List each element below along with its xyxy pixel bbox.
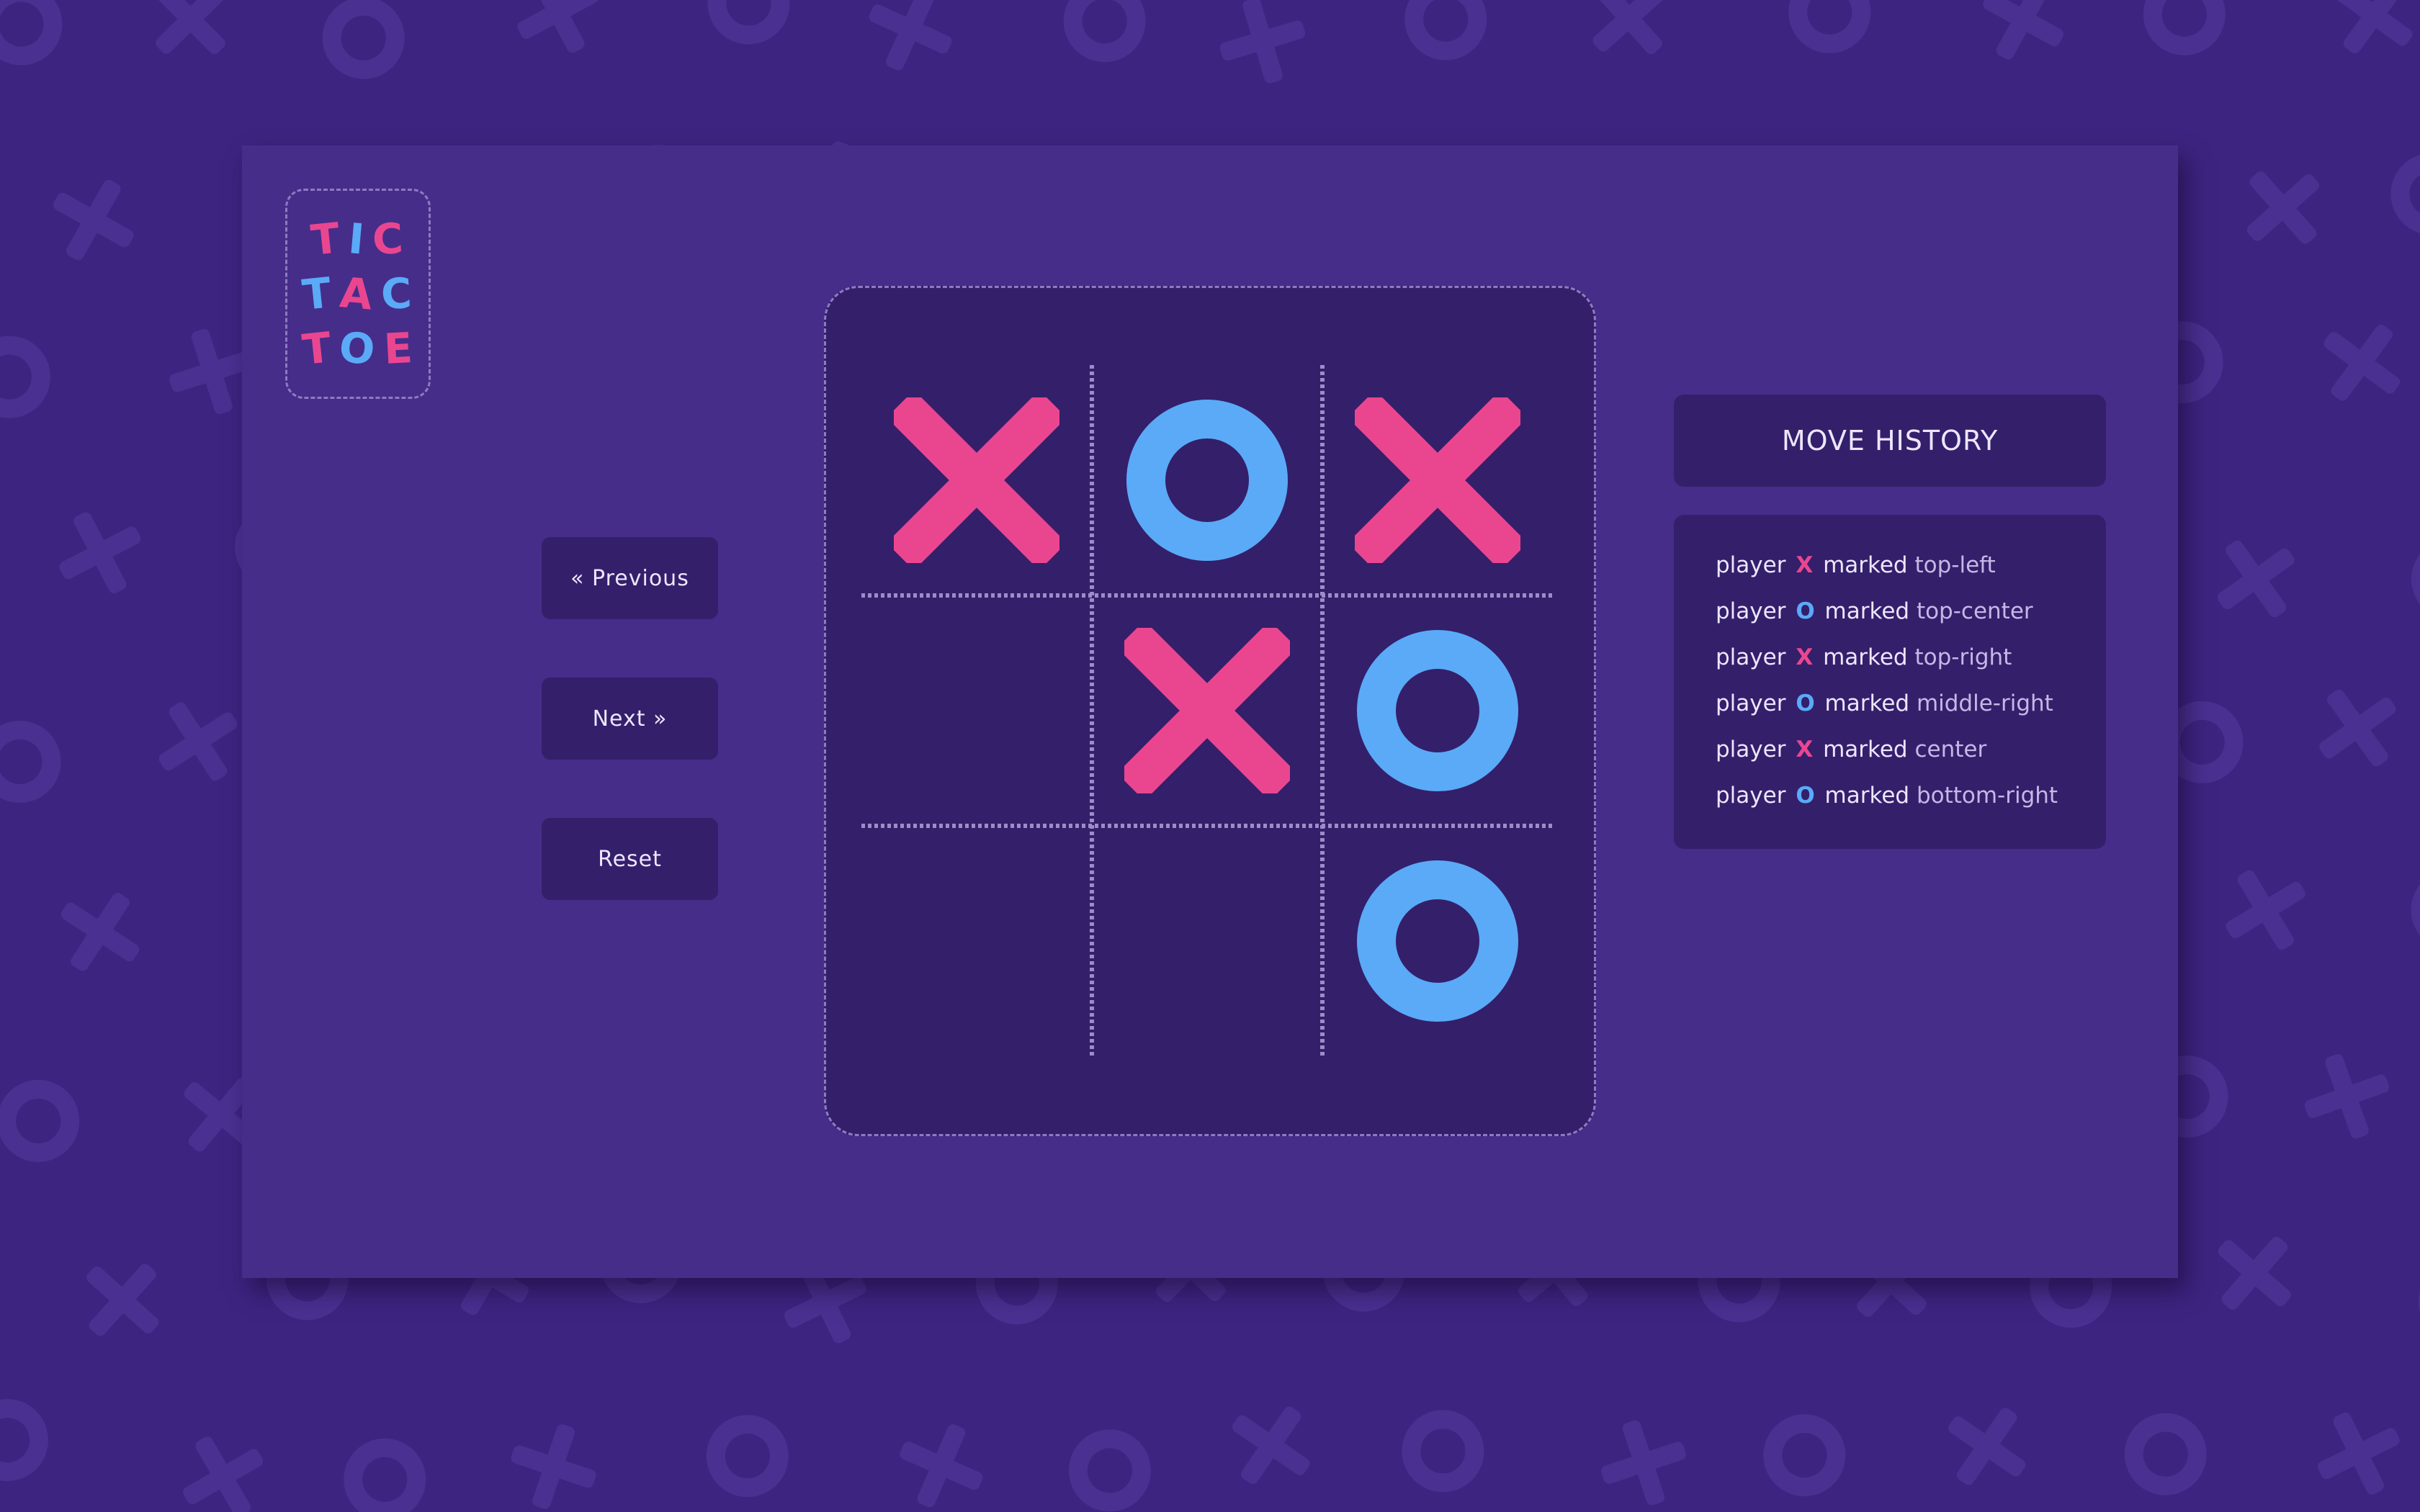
game-card: T I C T A C T O E « Previous Next » Rese…: [242, 145, 2178, 1278]
history-mark: X: [1796, 737, 1814, 762]
history-player-label: player: [1716, 783, 1786, 809]
history-player-label: player: [1716, 644, 1786, 670]
cell-top-right[interactable]: [1322, 365, 1553, 595]
history-verb: marked: [1823, 552, 1908, 578]
logo-letter: E: [382, 323, 416, 374]
history-item: player O marked bottom-right: [1716, 773, 2106, 819]
history-item: player O marked middle-right: [1716, 680, 2106, 726]
history-verb: marked: [1824, 598, 1910, 624]
x-mark-icon: [894, 397, 1059, 563]
history-mark: X: [1796, 552, 1814, 578]
history-player-label: player: [1716, 737, 1786, 762]
history-verb: marked: [1823, 644, 1908, 670]
history-verb: marked: [1823, 737, 1908, 762]
previous-button[interactable]: « Previous: [542, 537, 718, 619]
history-mark: X: [1796, 644, 1814, 670]
history-position: bottom-right: [1916, 783, 2058, 809]
move-history-title: MOVE HISTORY: [1674, 395, 2106, 487]
history-player-label: player: [1716, 598, 1786, 624]
o-mark-icon: [1357, 630, 1518, 791]
logo-letter: C: [371, 213, 406, 265]
cell-center[interactable]: [1092, 595, 1322, 826]
reset-button[interactable]: Reset: [542, 818, 718, 900]
cell-top-left[interactable]: [861, 365, 1092, 595]
history-item: player X marked top-right: [1716, 634, 2106, 680]
history-position: middle-right: [1916, 690, 2053, 716]
logo-letter: T: [300, 323, 335, 374]
history-mark: O: [1796, 690, 1815, 716]
logo-line-1: T I C: [308, 213, 406, 265]
cell-middle-left[interactable]: [861, 595, 1092, 826]
x-mark-icon: [1355, 397, 1520, 563]
game-board: [861, 365, 1553, 1056]
history-item: player O marked top-center: [1716, 588, 2106, 634]
history-player-label: player: [1716, 690, 1786, 716]
logo-letter: T: [308, 213, 344, 265]
logo-letter: O: [337, 322, 379, 375]
logo-letter: A: [338, 268, 376, 320]
o-mark-icon: [1357, 860, 1518, 1022]
cell-bottom-right[interactable]: [1322, 826, 1553, 1056]
history-position: top-right: [1914, 644, 2012, 670]
history-mark: O: [1796, 783, 1815, 809]
move-history-list: player X marked top-left player O marked …: [1674, 515, 2106, 849]
logo-letter: C: [380, 268, 415, 320]
logo-line-2: T A C: [300, 268, 415, 320]
history-position: top-left: [1914, 552, 1996, 578]
history-position: center: [1914, 737, 1987, 762]
next-button[interactable]: Next »: [542, 678, 718, 760]
history-item: player X marked center: [1716, 726, 2106, 773]
cell-bottom-left[interactable]: [861, 826, 1092, 1056]
tic-tac-toe-logo: T I C T A C T O E: [285, 189, 431, 399]
x-mark-icon: [1124, 628, 1290, 793]
logo-line-3: T O E: [300, 322, 416, 375]
cell-bottom-center[interactable]: [1092, 826, 1322, 1056]
logo-letter: T: [300, 268, 336, 320]
history-mark: O: [1796, 598, 1815, 624]
logo-letter: I: [346, 214, 368, 264]
cell-top-center[interactable]: [1092, 365, 1322, 595]
history-verb: marked: [1824, 690, 1910, 716]
o-mark-icon: [1126, 400, 1288, 561]
history-player-label: player: [1716, 552, 1786, 578]
history-verb: marked: [1824, 783, 1910, 809]
cell-middle-right[interactable]: [1322, 595, 1553, 826]
history-item: player X marked top-left: [1716, 542, 2106, 588]
history-position: top-center: [1916, 598, 2033, 624]
